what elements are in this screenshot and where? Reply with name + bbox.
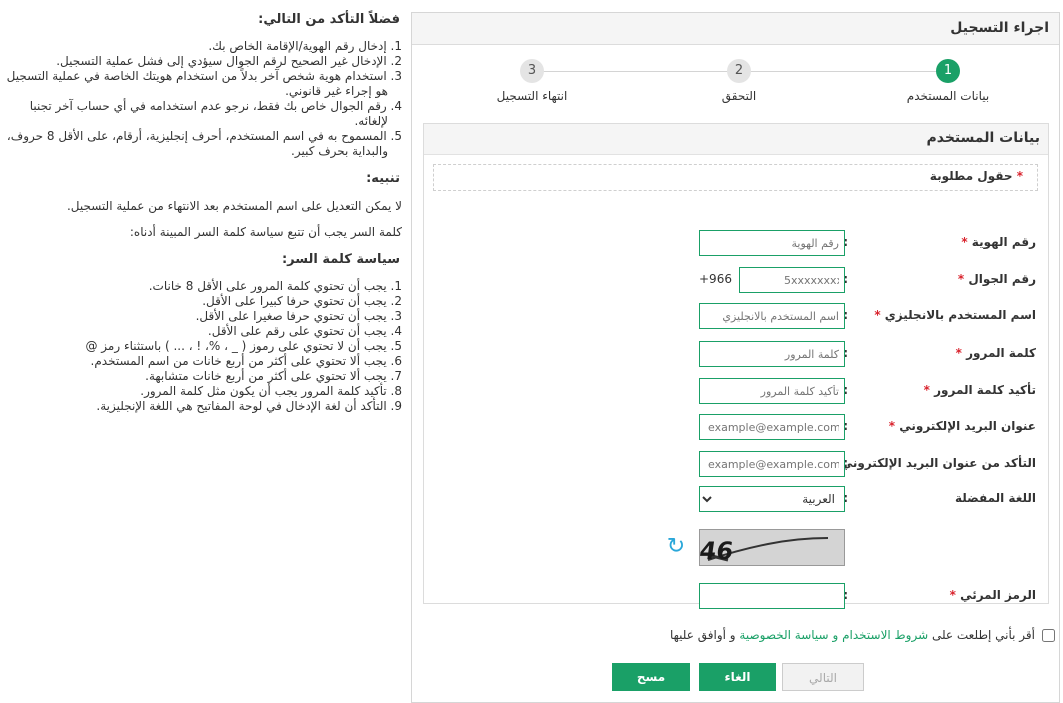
- captcha-label-text: الرمز المرئي: [960, 588, 1036, 602]
- row-password-confirm: تأكيد كلمة المرور * :: [424, 378, 1050, 404]
- mobile-input[interactable]: [739, 267, 845, 293]
- required-fields-note: * حقول مطلوبة: [433, 164, 1038, 191]
- check-item: 3. استخدام هوية شخص آخر بدلاً من استخدام…: [6, 69, 402, 98]
- refresh-captcha-icon[interactable]: ↻: [664, 535, 688, 559]
- username-label: اسم المستخدم بالانجليزي *: [874, 308, 1036, 322]
- privacy-link[interactable]: سياسة الخصوصية: [739, 628, 828, 642]
- step-3-label: انتهاء التسجيل: [496, 89, 568, 103]
- password-label-text: كلمة المرور: [966, 346, 1036, 360]
- policy-note: كلمة السر يجب أن تتبع سياسة كلمة السر ال…: [129, 225, 402, 239]
- policy-item: 8. تأكيد كلمة المرور يجب أن يكون مثل كلم…: [140, 384, 402, 398]
- required-star: *: [1016, 169, 1023, 183]
- agree-row: أقر بأني إطلعت على شروط الاستخدام و سياس…: [652, 628, 1055, 646]
- user-data-box: بيانات المستخدم * حقول مطلوبة رقم الهوية…: [423, 123, 1050, 609]
- step-2-number: 2: [727, 59, 751, 83]
- check-list: 1. إدخال رقم الهوية/الإقامة الخاص بك. 2.…: [0, 39, 402, 159]
- row-password: كلمة المرور * :: [424, 341, 1050, 367]
- captcha-input[interactable]: [699, 583, 845, 609]
- step-3-number: 3: [520, 59, 544, 83]
- captcha-graphic: 6846: [699, 530, 844, 565]
- step-1-label: بيانات المستخدم: [906, 89, 990, 103]
- required-star: *: [957, 272, 965, 286]
- required-note-text: حقول مطلوبة: [929, 169, 1013, 183]
- cancel-button[interactable]: الغاء: [699, 663, 776, 691]
- country-code: +966: [699, 272, 732, 286]
- password-confirm-label: تأكيد كلمة المرور *: [924, 383, 1036, 397]
- username-label-text: اسم المستخدم بالانجليزي: [884, 308, 1036, 322]
- policy-item: 1. يجب أن تحتوي كلمة المرور على الأقل 8 …: [148, 279, 402, 293]
- language-select[interactable]: العربية: [699, 486, 845, 512]
- check-title: فضلاً التأكد من التالي:: [258, 12, 400, 27]
- password-confirm-label-text: تأكيد كلمة المرور: [934, 383, 1036, 397]
- registration-panel: اجراء التسجيل 1 بيانات المستخدم 2 التحقق…: [411, 12, 1060, 703]
- email-confirm-label: التأكد من عنوان البريد الإلكتروني *: [830, 456, 1036, 470]
- captcha-label: الرمز المرئي *: [950, 588, 1036, 602]
- row-captcha: الرمز المرئي * :: [424, 583, 1050, 609]
- row-id: رقم الهوية * :: [424, 230, 1050, 256]
- user-data-title: بيانات المستخدم: [424, 124, 1048, 155]
- policy-item: 4. يجب أن تحتوي على رقم على الأقل.: [207, 324, 402, 338]
- agree-checkbox[interactable]: [1042, 629, 1055, 642]
- password-input[interactable]: [699, 341, 845, 367]
- captcha-image: 6846: [699, 529, 845, 566]
- row-username: اسم المستخدم بالانجليزي * :: [424, 303, 1050, 329]
- step-1-number: 1: [936, 59, 960, 83]
- terms-link[interactable]: شروط الاستخدام: [842, 628, 928, 642]
- required-star: *: [949, 588, 956, 602]
- stepper: 1 بيانات المستخدم 2 التحقق 3 انتهاء التس…: [412, 45, 1059, 115]
- warning-text: لا يمكن التعديل على اسم المستخدم بعد الا…: [66, 199, 402, 213]
- policy-item: 2. يجب أن تحتوي حرفا كبيرا على الأقل.: [202, 294, 402, 308]
- password-confirm-input[interactable]: [699, 378, 845, 404]
- mobile-label: رقم الجوال *: [958, 272, 1036, 286]
- row-email-confirm: التأكد من عنوان البريد الإلكتروني * :: [424, 451, 1050, 477]
- policy-item: 5. يجب أن لا تحتوي على رموز ( _ ، %، ! ،…: [85, 339, 402, 353]
- agree-text: أقر بأني إطلعت على شروط الاستخدام و سياس…: [670, 628, 1035, 642]
- info-panel: فضلاً التأكد من التالي: 1. إدخال رقم اله…: [0, 12, 402, 414]
- language-label: اللغة المفضلة: [954, 491, 1036, 505]
- username-input[interactable]: [699, 303, 845, 329]
- row-email: عنوان البريد الإلكتروني * :: [424, 414, 1050, 440]
- policy-item: 3. يجب أن تحتوي حرفا صغيرا على الأقل.: [195, 309, 402, 323]
- next-button[interactable]: التالي: [782, 663, 864, 691]
- policy-item: 7. يجب ألا تحتوي على أكثر من أربع خانات …: [145, 369, 402, 383]
- check-item: 2. الإدخال غير الصحيح لرقم الجوال سيؤدي …: [56, 54, 402, 68]
- agree-and: و: [832, 628, 839, 642]
- check-item: 1. إدخال رقم الهوية/الإقامة الخاص بك.: [208, 39, 402, 53]
- step-user-data: 1 بيانات المستخدم: [888, 59, 1008, 103]
- id-label: رقم الهوية *: [961, 235, 1036, 249]
- required-star: *: [961, 235, 968, 249]
- email-label: عنوان البريد الإلكتروني *: [889, 419, 1036, 433]
- policy-title: سياسة كلمة السر:: [281, 252, 400, 267]
- row-language: اللغة المفضلة : العربية: [424, 486, 1050, 512]
- registration-title: اجراء التسجيل: [412, 13, 1059, 45]
- required-star: *: [955, 346, 962, 360]
- agree-prefix: أقر بأني إطلعت على: [931, 628, 1035, 642]
- required-star: *: [888, 419, 896, 433]
- step-2-label: التحقق: [721, 89, 757, 103]
- agree-suffix: و أوافق عليها: [669, 628, 736, 642]
- email-confirm-label-text: التأكد من عنوان البريد الإلكتروني: [840, 456, 1036, 470]
- mobile-label-text: رقم الجوال: [968, 272, 1036, 286]
- captcha-text: 6846: [699, 537, 735, 565]
- step-finish: 3 انتهاء التسجيل: [472, 59, 592, 103]
- required-star: *: [923, 383, 930, 397]
- id-input[interactable]: [699, 230, 845, 256]
- warning-title: تنبيه:: [366, 171, 400, 186]
- email-confirm-input[interactable]: [699, 451, 845, 477]
- policy-list: 1. يجب أن تحتوي كلمة المرور على الأقل 8 …: [0, 279, 402, 414]
- required-star: *: [874, 308, 881, 322]
- policy-item: 6. يجب ألا تحتوي على أكثر من أربع خانات …: [90, 354, 402, 368]
- clear-button[interactable]: مسح: [612, 663, 690, 691]
- row-mobile: رقم الجوال * : +966: [424, 267, 1050, 293]
- password-label: كلمة المرور *: [956, 346, 1036, 360]
- check-item: 4. رقم الجوال خاص بك فقط، نرجو عدم استخد…: [29, 99, 402, 128]
- policy-item: 9. التأكد أن لغة الإدخال في لوحة المفاتي…: [96, 399, 402, 413]
- email-input[interactable]: [699, 414, 845, 440]
- check-item: 5. المسموح به في اسم المستخدم، أحرف إنجل…: [6, 129, 402, 158]
- email-label-text: عنوان البريد الإلكتروني: [899, 419, 1036, 433]
- id-label-text: رقم الهوية: [971, 235, 1036, 249]
- step-verification: 2 التحقق: [679, 59, 799, 103]
